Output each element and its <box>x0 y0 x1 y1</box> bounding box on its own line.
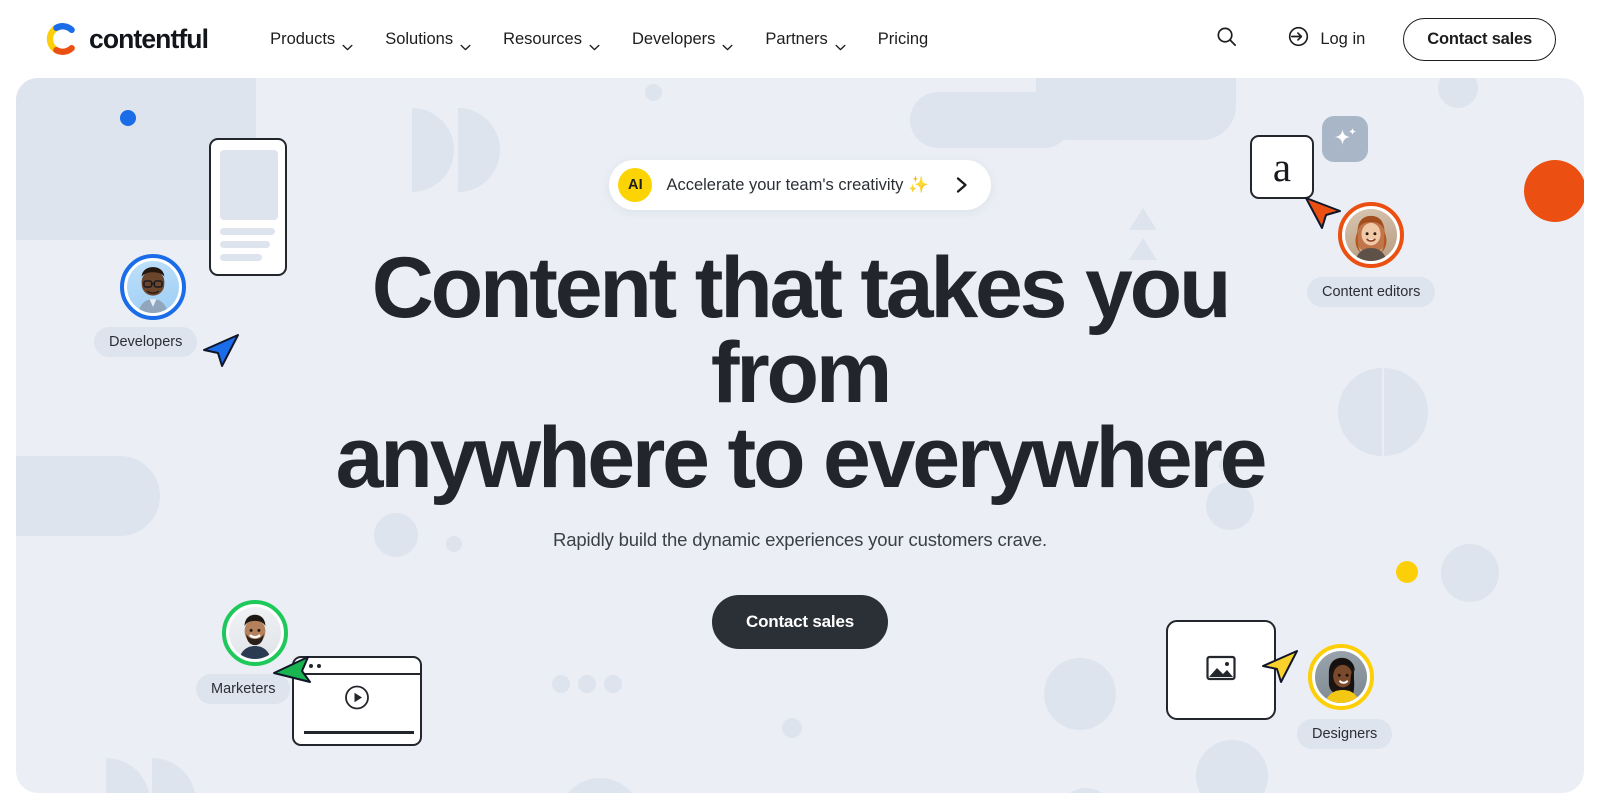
contact-sales-hero-button[interactable]: Contact sales <box>712 595 888 650</box>
document-image-placeholder <box>220 150 278 220</box>
chevron-down-icon <box>835 37 846 50</box>
deco-circle-right-large <box>1441 544 1499 602</box>
document-text-line <box>220 241 270 248</box>
ai-badge: AI <box>618 168 653 202</box>
avatar-designers <box>1308 644 1374 710</box>
deco-dot-yellow <box>1396 561 1418 583</box>
sparkle-ai-icon-tile <box>1322 116 1368 162</box>
avatar-image-designers <box>1315 651 1367 703</box>
deco-circle-orange <box>1524 160 1584 222</box>
deco-circle-bottom-center <box>1044 658 1116 730</box>
deco-dot-cluster-1 <box>552 675 570 693</box>
contact-sales-nav-button[interactable]: Contact sales <box>1403 17 1556 61</box>
nav-link-label: Partners <box>765 29 828 48</box>
letter-a-glyph: a <box>1272 143 1292 190</box>
deco-triangle-lower <box>1129 238 1157 260</box>
chevron-down-icon <box>460 37 471 50</box>
brand-logo[interactable]: contentful <box>46 22 209 56</box>
document-card <box>209 138 287 276</box>
deco-dot-cluster-2 <box>578 675 596 693</box>
deco-half-circle-bottom-a <box>106 758 150 793</box>
headline-line-1: Content that takes you from <box>371 240 1232 422</box>
nav-link-label: Solutions <box>385 29 454 48</box>
cursor-designers <box>1256 642 1302 693</box>
page-title: Content that takes you from anywhere to … <box>285 245 1315 501</box>
deco-circle-mid-left <box>374 513 418 557</box>
avatar-developers <box>120 254 186 320</box>
browser-progress-line <box>304 731 414 734</box>
login-label: Log in <box>1320 29 1366 48</box>
search-icon <box>1215 25 1238 53</box>
avatar-content-editors <box>1338 202 1404 268</box>
chevron-down-icon <box>342 37 353 50</box>
deco-circle-bottom-right <box>1196 740 1268 793</box>
deco-pill-left <box>16 456 160 536</box>
deco-dot-cluster-3 <box>604 675 622 693</box>
nav-link-solutions[interactable]: Solutions <box>369 20 487 59</box>
cursor-developers <box>200 328 242 375</box>
avatar-image-developers <box>127 261 179 313</box>
cursor-content-editors <box>1300 190 1344 239</box>
avatar-image-content-editors <box>1345 209 1397 261</box>
ai-announcement-banner[interactable]: AI Accelerate your team's creativity ✨ <box>609 160 991 210</box>
hero-section: Developers a Content editors Marketers D… <box>16 78 1584 793</box>
deco-circle-mid-right <box>1206 482 1254 530</box>
nav-link-partners[interactable]: Partners <box>749 20 861 59</box>
deco-circle-bottom-mid <box>558 778 642 793</box>
nav-link-label: Resources <box>503 29 582 48</box>
deco-circle-tiny-right <box>1219 458 1233 472</box>
top-navigation-bar: contentful Products Solutions Resources … <box>0 0 1600 78</box>
nav-link-label: Products <box>270 29 336 48</box>
persona-tag-developers: Developers <box>94 327 198 357</box>
image-icon <box>1204 651 1238 690</box>
nav-link-pricing[interactable]: Pricing <box>862 20 944 59</box>
nav-link-resources[interactable]: Resources <box>487 20 616 59</box>
deco-half-circle-left <box>412 108 454 192</box>
brand-name: contentful <box>89 23 209 54</box>
deco-circle <box>58 94 116 152</box>
deco-dot-blue <box>120 110 136 126</box>
nav-link-products[interactable]: Products <box>254 20 369 59</box>
persona-tag-designers: Designers <box>1297 719 1393 749</box>
ai-announcement-text: Accelerate your team's creativity ✨ <box>666 175 929 194</box>
deco-half-circle-bottom-b <box>152 758 196 793</box>
cursor-marketers <box>268 645 316 698</box>
nav-actions: Log in Contact sales <box>1205 15 1568 63</box>
hero-subheadline: Rapidly build the dynamic experiences yo… <box>553 529 1047 551</box>
document-text-line <box>220 228 275 235</box>
deco-rounded-square-topright <box>1036 78 1236 140</box>
deco-circle-small-top <box>645 84 662 101</box>
chevron-down-icon <box>589 37 600 50</box>
nav-links: Products Solutions Resources Developers … <box>254 20 944 59</box>
sparkle-icon <box>1335 128 1356 145</box>
chevron-right-icon[interactable] <box>955 176 969 194</box>
deco-circle-tiny-mid <box>446 536 462 552</box>
deco-dot-bottom <box>782 718 802 738</box>
deco-circle-bottom-left <box>1058 788 1114 793</box>
login-arrow-icon <box>1287 25 1310 53</box>
search-button[interactable] <box>1205 18 1247 60</box>
deco-half-circle-right <box>458 108 500 192</box>
nav-link-label: Pricing <box>877 29 929 48</box>
nav-link-developers[interactable]: Developers <box>616 20 749 59</box>
document-text-line <box>220 254 262 261</box>
contentful-logo-icon <box>46 22 80 56</box>
browser-dot <box>317 664 321 668</box>
persona-tag-content-editors: Content editors <box>1307 277 1436 307</box>
headline-line-2: anywhere to everywhere <box>335 410 1268 507</box>
nav-link-label: Developers <box>631 29 716 48</box>
login-button[interactable]: Log in <box>1273 15 1379 63</box>
deco-half-circle-mid-right-a <box>1338 368 1382 456</box>
deco-half-circle-mid-right-b <box>1384 368 1428 456</box>
deco-triangle-upper <box>1129 208 1157 230</box>
deco-circle-top-right <box>1438 78 1478 108</box>
chevron-down-icon <box>722 37 733 50</box>
play-icon <box>344 685 370 716</box>
